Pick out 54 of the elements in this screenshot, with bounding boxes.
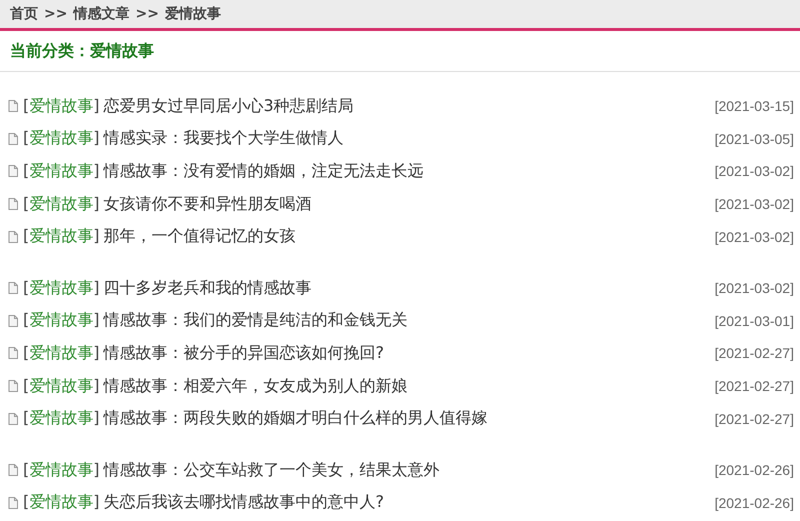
document-icon — [8, 282, 18, 294]
article-link[interactable]: 情感故事：相爱六年，女友成为别人的新娘 — [104, 376, 408, 397]
article-link[interactable]: 失恋后我该去哪找情感故事中的意中人? — [104, 492, 384, 514]
document-icon — [8, 198, 18, 210]
category-link[interactable]: [爱情故事] — [23, 128, 100, 150]
article-date: [2021-02-27] — [714, 410, 794, 427]
category-heading: 当前分类：爱情故事 — [10, 40, 154, 62]
article-date: [2021-03-02] — [714, 196, 794, 212]
document-icon — [8, 314, 18, 327]
article-link[interactable]: 恋爱男女过早同居小心3种悲剧结局 — [104, 96, 354, 117]
document-icon — [8, 347, 18, 360]
category-link[interactable]: [爱情故事] — [23, 408, 100, 430]
document-icon — [8, 412, 18, 425]
document-icon — [8, 230, 18, 243]
article-link[interactable]: 情感实录：我要找个大学生做情人 — [104, 128, 344, 150]
breadcrumb-link[interactable]: 首页 — [10, 5, 38, 23]
article-link[interactable]: 情感故事：两段失败的婚姻才明白什么样的男人值得嫁 — [104, 408, 488, 430]
breadcrumb-link[interactable]: 情感文章 — [73, 5, 130, 23]
article-link[interactable]: 那年，一个值得记忆的女孩 — [104, 226, 296, 248]
document-icon — [8, 165, 18, 178]
article-link[interactable]: 情感故事：被分手的异国恋该如何挽回? — [104, 342, 384, 364]
article-link[interactable]: 情感故事：我们的爱情是纯洁的和金钱无关 — [104, 310, 408, 332]
category-link[interactable]: [爱情故事] — [23, 492, 100, 514]
article-link[interactable]: 情感故事：公交车站救了一个美女，结果太意外 — [104, 460, 440, 481]
document-icon — [8, 464, 18, 476]
article-date: [2021-03-05] — [714, 130, 794, 147]
category-link[interactable]: [爱情故事] — [23, 376, 100, 397]
category-link[interactable]: [爱情故事] — [23, 194, 100, 215]
document-icon — [8, 100, 18, 112]
category-link[interactable]: [爱情故事] — [23, 342, 100, 364]
document-icon — [8, 132, 18, 145]
category-link[interactable]: [爱情故事] — [23, 310, 100, 332]
article-date: [2021-02-26] — [714, 494, 794, 511]
article-date: [2021-02-27] — [714, 345, 794, 362]
article-date: [2021-02-27] — [714, 378, 794, 394]
document-icon — [8, 380, 18, 392]
article-link[interactable]: 情感故事：没有爱情的婚姻，注定无法走长远 — [104, 160, 424, 182]
document-icon — [8, 496, 18, 509]
article-link[interactable]: 女孩请你不要和异性朋友喝酒 — [104, 194, 312, 215]
category-link[interactable]: [爱情故事] — [23, 226, 100, 248]
category-link[interactable]: [爱情故事] — [23, 278, 100, 299]
breadcrumb-separator: >> — [135, 6, 159, 22]
article-date: [2021-02-26] — [714, 462, 794, 478]
category-link[interactable]: [爱情故事] — [23, 460, 100, 481]
category-link[interactable]: [爱情故事] — [23, 96, 100, 117]
breadcrumb-link[interactable]: 爱情故事 — [164, 5, 221, 23]
category-link[interactable]: [爱情故事] — [23, 160, 100, 182]
article-date: [2021-03-15] — [714, 98, 794, 114]
breadcrumb-separator: >> — [44, 6, 68, 22]
article-date: [2021-03-01] — [714, 312, 794, 329]
article-date: [2021-03-02] — [714, 163, 794, 180]
article-link[interactable]: 四十多岁老兵和我的情感故事 — [104, 278, 312, 299]
article-date: [2021-03-02] — [714, 228, 794, 245]
article-date: [2021-03-02] — [714, 280, 794, 296]
